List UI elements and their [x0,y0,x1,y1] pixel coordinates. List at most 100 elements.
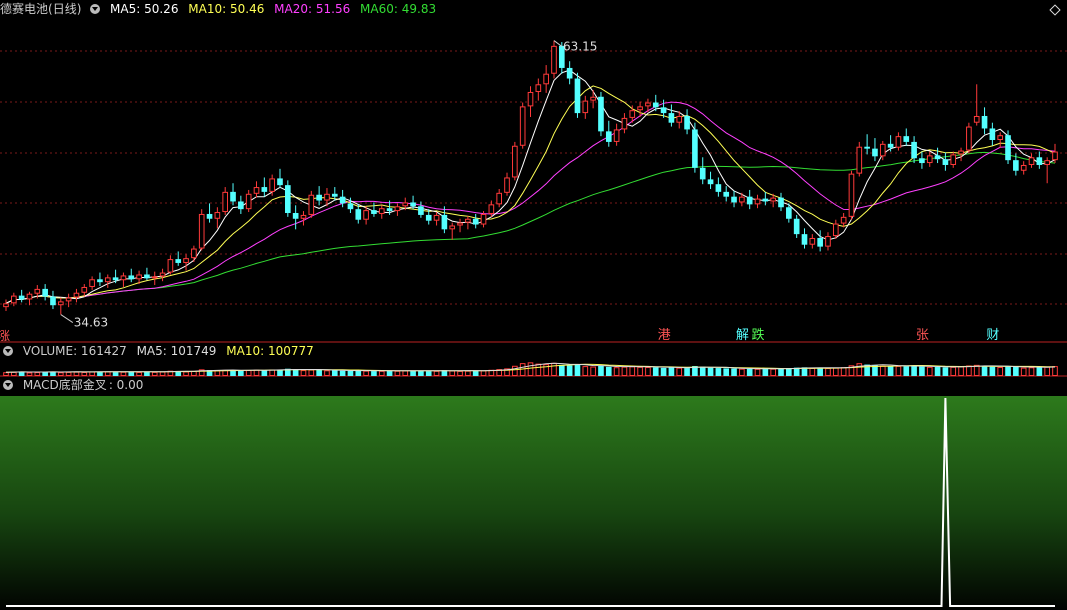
candle-body [253,187,260,194]
candle-body [418,206,424,215]
candle-body [363,210,369,220]
volume-bar [1036,367,1043,376]
volume-bar [3,372,9,376]
candle-body [676,115,683,123]
annotations: 63.15 34.63 港 解跌 张 财 [60,40,999,343]
volume-bar [637,366,643,377]
volume-bar [942,367,949,376]
candle-body [465,218,471,223]
candle-body [238,201,244,210]
candle-body [18,295,25,300]
volume-bar [339,370,346,376]
volume-bar [621,366,628,376]
volume-bar [81,372,88,376]
candle-body [331,193,338,197]
candle-body [817,237,823,247]
candle-body [433,214,440,221]
candle-body [112,277,119,281]
volume-bar [324,370,330,376]
volume-bar [590,366,596,376]
volume-bar [676,367,683,376]
volume-bar [418,371,424,376]
candle-body [57,301,64,306]
volume-bar [277,369,283,376]
candle-body [167,259,174,273]
volume-bar [613,367,620,377]
candle-body [355,209,362,220]
volume-bar [911,365,917,376]
candle-body [1005,135,1011,161]
volume-bar [57,372,64,377]
candle-body [989,128,996,140]
candle-body [410,202,416,207]
candle-body [551,45,557,74]
candle-body [731,196,737,203]
volume-bar [151,371,158,376]
candle-body [504,177,510,193]
candle-body [441,214,448,230]
candle-body [394,206,401,212]
candle-body [81,286,88,293]
candle-body [128,275,135,280]
candle-body [402,202,409,207]
candle-body [371,210,377,214]
candle-body [136,274,142,280]
volume-bar [934,367,941,376]
volume-bar [551,362,557,377]
candle-body [42,288,48,297]
candle-body [1013,160,1019,171]
volume-bar [378,370,385,377]
candle-body [770,197,776,202]
event-marker: 财 [986,328,999,343]
volume-bar [574,364,581,376]
volume-bar [558,364,565,376]
volume-bar [535,363,542,376]
volume-bar [316,369,322,376]
candle-body [629,110,636,118]
volume-bar [966,365,972,377]
candlesticks [3,40,1058,315]
volume-bar [652,367,659,376]
candle-body [942,159,949,165]
candle-body [308,194,315,215]
candle-body [34,288,41,294]
candle-body [746,196,753,205]
candle-body [574,78,581,114]
candle-body [120,275,127,281]
stock-chart-svg[interactable]: 63.15 34.63 港 解跌 张 财 涨 [0,0,1067,610]
volume-bar [739,368,745,376]
ma60-line [5,151,1056,304]
candle-body [97,279,103,283]
candle-body [887,143,894,148]
candle-body [89,279,95,287]
low-price-label: 34.63 [74,316,108,330]
candle-body [919,158,925,164]
candle-body [848,173,855,217]
volume-bar [144,371,150,376]
volume-bar [26,372,33,376]
candle-body [652,102,659,108]
volume-bar [261,370,268,376]
candle-body [104,277,111,283]
volume-bar [746,368,753,376]
candle-body [316,194,322,201]
volume-bar [331,370,338,376]
volume-bar [926,366,933,377]
volume-bar [183,371,189,377]
event-marker: 港 [658,328,671,343]
candle-body [872,148,878,157]
volume-bar [958,366,964,376]
candle-body [832,223,839,237]
volume-bar [723,368,730,376]
volume-bar [825,368,831,376]
candle-body [496,192,503,205]
candle-body [1020,164,1027,171]
candle-body [840,216,847,224]
volume-bar [809,367,816,377]
candle-body [472,218,479,225]
candle-body [214,212,221,219]
candle-body [347,203,354,210]
candle-body [903,136,910,142]
candle-body [692,129,698,168]
volume-bar [120,371,127,376]
